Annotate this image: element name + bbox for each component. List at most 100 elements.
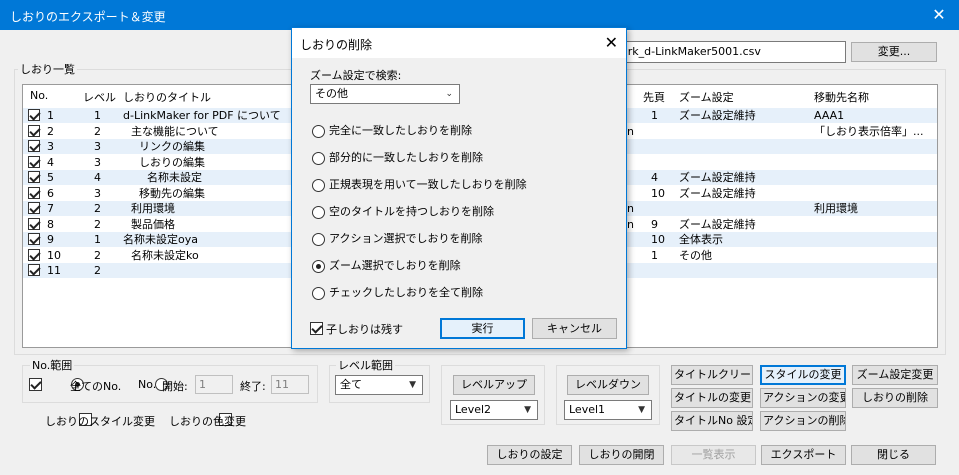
zoom-search-select[interactable]: その他 ⌄ bbox=[310, 84, 460, 104]
row-checkbox[interactable] bbox=[28, 202, 40, 214]
row-no: 9 bbox=[47, 233, 54, 246]
chevron-down-icon: ▼ bbox=[409, 380, 416, 390]
row-checkbox[interactable] bbox=[28, 264, 40, 276]
no-range-label: No.範囲 bbox=[30, 357, 75, 373]
row-level: 4 bbox=[94, 171, 101, 184]
action-change-button[interactable]: アクションの変更 bbox=[760, 388, 846, 408]
row-level: 1 bbox=[94, 109, 101, 122]
row-level: 2 bbox=[94, 202, 101, 215]
delete-bookmark-dialog: しおりの削除 ✕ ズーム設定で検索: その他 ⌄ 完全に一致したしおりを削除 部分… bbox=[291, 27, 627, 349]
row-level: 2 bbox=[94, 217, 101, 231]
delete-option[interactable]: 正規表現を用いて一致したしおりを削除 bbox=[312, 176, 527, 192]
row-dest: AAA1 bbox=[814, 109, 845, 122]
cancel-button[interactable]: キャンセル bbox=[532, 318, 617, 339]
end-input[interactable]: 11 bbox=[271, 375, 309, 394]
row-checkbox[interactable] bbox=[28, 109, 40, 121]
export-button[interactable]: エクスポート bbox=[761, 445, 846, 465]
col-zoom[interactable]: ズーム設定 bbox=[679, 89, 734, 105]
row-zoom: ズーム設定維持 bbox=[679, 186, 756, 200]
run-button[interactable]: 実行 bbox=[440, 318, 525, 339]
title-clean-button[interactable]: タイトルクリーン bbox=[671, 365, 753, 385]
col-dest[interactable]: 移動先名称 bbox=[814, 89, 869, 105]
row-no: 5 bbox=[47, 171, 54, 184]
keep-children-checkbox[interactable] bbox=[310, 321, 323, 335]
row-title: 名称未設定ko bbox=[131, 248, 199, 262]
row-no: 1 bbox=[47, 109, 54, 122]
delete-option-label: 完全に一致したしおりを削除 bbox=[329, 124, 472, 137]
row-level: 1 bbox=[94, 233, 101, 246]
row-checkbox[interactable] bbox=[28, 248, 40, 261]
row-title: しおりの編集 bbox=[139, 155, 205, 169]
delete-option-radio[interactable] bbox=[312, 205, 325, 219]
start-input[interactable]: 1 bbox=[195, 375, 233, 394]
col-level[interactable]: レベル bbox=[83, 89, 116, 105]
row-level: 3 bbox=[94, 140, 101, 153]
delete-option-radio[interactable] bbox=[312, 124, 325, 138]
delete-option[interactable]: アクション選択でしおりを削除 bbox=[312, 230, 482, 246]
row-checkbox[interactable] bbox=[28, 140, 40, 152]
row-level: 3 bbox=[94, 155, 101, 169]
row-checkbox[interactable] bbox=[28, 124, 40, 137]
delete-option[interactable]: 空のタイトルを持つしおりを削除 bbox=[312, 203, 494, 219]
delete-option-radio[interactable] bbox=[312, 259, 325, 273]
level-up-select[interactable]: Level2 ▼ bbox=[450, 400, 538, 420]
level-down-value: Level1 bbox=[569, 403, 606, 416]
row-level: 2 bbox=[94, 248, 101, 262]
bookmark-expand-button[interactable]: しおりの開閉 bbox=[579, 445, 664, 465]
row-checkbox[interactable] bbox=[28, 233, 40, 245]
delete-option[interactable]: 部分的に一致したしおりを削除 bbox=[312, 149, 483, 165]
level-down-button[interactable]: レベルダウン bbox=[567, 375, 649, 395]
level-up-value: Level2 bbox=[455, 403, 492, 416]
row-hidden-col: n bbox=[627, 202, 634, 215]
delete-option-radio[interactable] bbox=[312, 232, 325, 246]
delete-option-radio[interactable] bbox=[312, 286, 325, 300]
zoom-change-button[interactable]: ズーム設定変更 bbox=[852, 365, 938, 385]
row-checkbox[interactable] bbox=[28, 155, 40, 168]
dialog-close-icon[interactable]: ✕ bbox=[605, 33, 618, 52]
col-no[interactable]: No. bbox=[30, 89, 48, 102]
col-title[interactable]: しおりのタイトル bbox=[123, 89, 211, 105]
delete-option[interactable]: ズーム選択でしおりを削除 bbox=[312, 257, 461, 273]
row-page: 1 bbox=[651, 109, 658, 122]
end-label: 終了: bbox=[240, 380, 266, 393]
row-title: 製品価格 bbox=[131, 217, 175, 231]
style-change-button[interactable]: スタイルの変更 bbox=[760, 365, 846, 385]
delete-option-radio[interactable] bbox=[312, 151, 325, 165]
row-checkbox[interactable] bbox=[28, 171, 40, 183]
chevron-down-icon: ▼ bbox=[638, 405, 645, 415]
row-checkbox[interactable] bbox=[28, 217, 40, 230]
delete-bookmark-button[interactable]: しおりの削除 bbox=[852, 388, 938, 408]
title-bar: しおりのエクスポート＆変更 ✕ bbox=[0, 0, 959, 30]
close-button[interactable]: 閉じる bbox=[851, 445, 936, 465]
level-range-value: 全て bbox=[340, 378, 362, 391]
row-level: 2 bbox=[94, 264, 101, 277]
row-title: 名称未設定 bbox=[147, 171, 202, 184]
range-enable-checkbox[interactable] bbox=[29, 377, 42, 391]
bookmark-settings-button[interactable]: しおりの設定 bbox=[487, 445, 572, 465]
delete-option-radio[interactable] bbox=[312, 178, 325, 192]
row-title: 名称未設定oya bbox=[123, 233, 198, 246]
row-dest: 利用環境 bbox=[814, 202, 858, 215]
file-path-text: ark_d-LinkMaker5001.csv bbox=[621, 45, 761, 58]
row-no: 2 bbox=[47, 124, 54, 138]
row-page: 1 bbox=[651, 248, 658, 262]
col-page[interactable]: 先頁 bbox=[643, 89, 665, 105]
title-change-button[interactable]: タイトルの変更 bbox=[671, 388, 753, 408]
close-icon[interactable]: ✕ bbox=[919, 0, 959, 30]
level-range-select[interactable]: 全て ▼ bbox=[335, 375, 423, 395]
level-down-select[interactable]: Level1 ▼ bbox=[564, 400, 652, 420]
row-checkbox[interactable] bbox=[28, 186, 40, 199]
list-view-button[interactable]: 一覧表示 bbox=[671, 445, 756, 465]
file-path-field[interactable]: ark_d-LinkMaker5001.csv bbox=[616, 41, 846, 63]
delete-option[interactable]: 完全に一致したしおりを削除 bbox=[312, 122, 472, 138]
row-page: 10 bbox=[651, 186, 665, 200]
dialog-title: しおりの削除 bbox=[300, 38, 373, 52]
row-zoom: その他 bbox=[679, 248, 712, 262]
delete-option[interactable]: チェックしたしおりを全て削除 bbox=[312, 284, 483, 300]
change-file-button[interactable]: 変更... bbox=[851, 42, 937, 62]
level-up-button[interactable]: レベルアップ bbox=[453, 375, 535, 395]
row-no: 8 bbox=[47, 217, 54, 231]
chevron-down-icon: ▼ bbox=[524, 405, 531, 415]
action-delete-button[interactable]: アクションの削除 bbox=[760, 411, 846, 431]
title-no-button[interactable]: タイトルNo 設定 bbox=[671, 411, 753, 431]
